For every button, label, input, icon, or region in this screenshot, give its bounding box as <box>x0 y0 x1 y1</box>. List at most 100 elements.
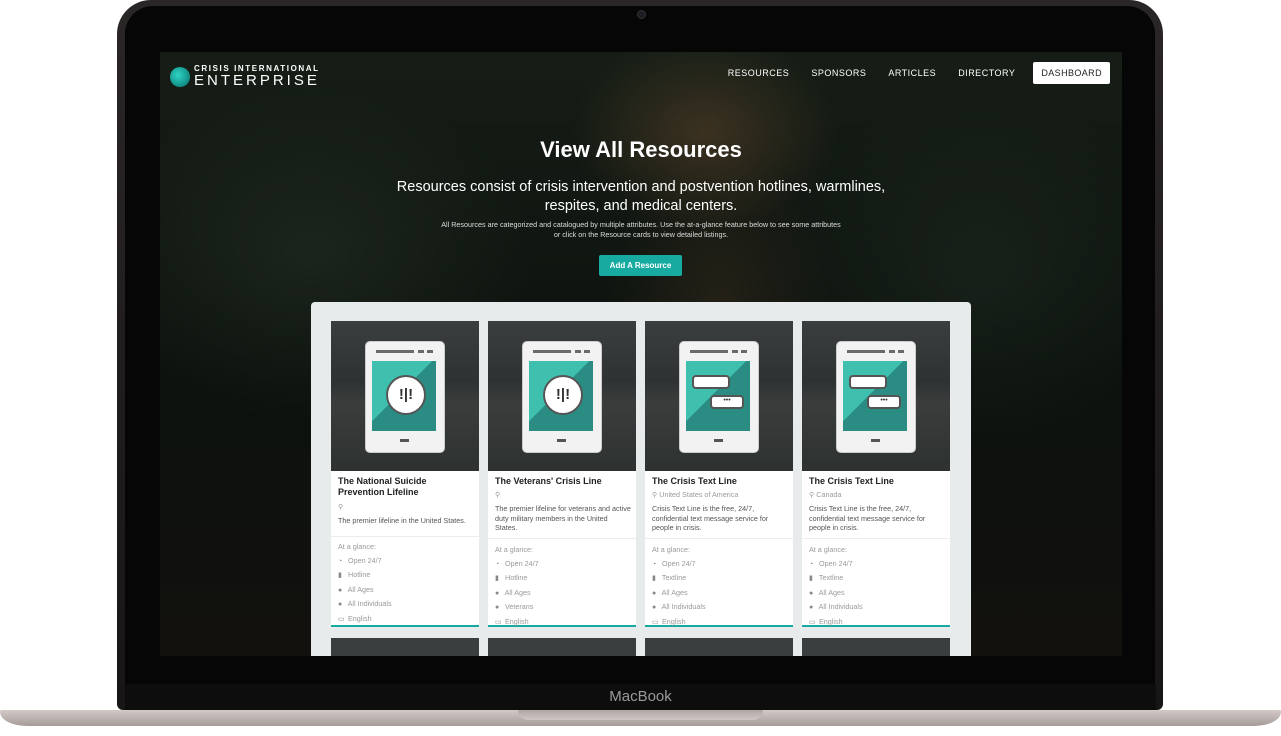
phone-type-icon: ▮ <box>809 575 813 582</box>
phone-bar <box>533 350 571 353</box>
message-bubble-icon <box>692 375 730 389</box>
card-title[interactable]: The Veterans' Crisis Line <box>495 476 631 487</box>
glance-type: ▮ Hotline <box>338 568 392 583</box>
phone-bar <box>889 350 895 353</box>
glance-hours: ◔ Open 24/7 <box>652 557 706 572</box>
nav-articles[interactable]: ARTICLES <box>888 68 936 78</box>
phone-home-button <box>871 439 880 442</box>
clock-icon: ◔ <box>338 557 343 565</box>
phone-home-button <box>557 439 566 442</box>
audience-text: All Individuals <box>818 602 863 611</box>
language-icon: ▭ <box>652 618 659 626</box>
phone-bar <box>898 350 904 353</box>
card-description: Crisis Text Line is the free, 24/7, conf… <box>652 504 769 532</box>
hours-text: Open 24/7 <box>348 555 382 565</box>
phone-bar <box>732 350 738 353</box>
clock-icon: ◔ <box>652 560 657 568</box>
card-title[interactable]: The National Suicide Prevention Lifeline <box>338 476 474 498</box>
ages-text: All Ages <box>347 584 374 594</box>
glance-audience: ● All Individuals <box>338 597 392 612</box>
browser-screen: CRISIS INTERNATIONAL ENTERPRISE RESOURCE… <box>160 52 1122 656</box>
globe-icon <box>170 66 190 87</box>
nav-directory[interactable]: DIRECTORY <box>958 68 1015 78</box>
resource-card[interactable]: ••• The Crisis Text Line ⚲ Canada Crisis… <box>802 321 950 627</box>
map-pin-icon: ⚲ <box>652 490 658 499</box>
glance-list: At a glance: ◔ Open 24/7 ▮ Textline ● Al… <box>809 543 863 629</box>
resource-card-next-row[interactable] <box>488 638 636 656</box>
map-pin-icon: ⚲ <box>495 490 501 499</box>
card-location: ⚲ United States of America <box>652 490 788 499</box>
glance-language: ▭ English <box>495 615 539 630</box>
card-divider <box>488 538 636 539</box>
glance-list: At a glance: ◔ Open 24/7 ▮ Textline ● Al… <box>652 543 706 629</box>
device-label: MacBook <box>609 688 672 705</box>
map-pin-icon: ⚲ <box>809 490 815 499</box>
language-icon: ▭ <box>809 618 816 626</box>
glance-label: At a glance: <box>495 545 533 554</box>
glance-type: ▮ Hotline <box>495 571 539 586</box>
resource-card[interactable]: !|! The Veterans' Crisis Line ⚲ The prem… <box>488 321 636 627</box>
phone-bar <box>690 350 728 353</box>
logo-bottom-text: ENTERPRISE <box>194 72 320 89</box>
glance-hours: ◔ Open 24/7 <box>495 557 539 572</box>
users-icon: ● <box>338 601 343 608</box>
glance-audience: ● All Individuals <box>809 600 863 615</box>
glance-list: At a glance: ◔ Open 24/7 ▮ Hotline ● All… <box>338 540 392 626</box>
type-text: Hotline <box>505 573 528 582</box>
page-subtitle: Resources consist of crisis intervention… <box>396 179 886 214</box>
type-text: Textline <box>818 573 844 582</box>
phone-bar <box>376 350 414 353</box>
site-logo[interactable]: CRISIS INTERNATIONAL ENTERPRISE <box>170 64 320 89</box>
resource-card-next-row[interactable] <box>802 638 950 656</box>
phone-bar <box>847 350 885 353</box>
resource-card[interactable]: !|! The National Suicide Prevention Life… <box>331 321 479 627</box>
add-resource-button[interactable]: Add A Resource <box>599 255 682 276</box>
card-divider <box>331 536 479 537</box>
card-description: Crisis Text Line is the free, 24/7, conf… <box>809 504 926 532</box>
phone-type-icon: ▮ <box>652 575 656 582</box>
glance-ages: ● All Ages <box>809 586 863 601</box>
resource-card-next-row[interactable] <box>645 638 793 656</box>
phone-home-button <box>714 439 723 442</box>
card-image: ••• <box>645 321 793 471</box>
card-image: !|! <box>331 321 479 471</box>
glance-label: At a glance: <box>809 545 847 554</box>
resource-card-next-row[interactable] <box>331 638 479 656</box>
page-description: All Resources are categorized and catalo… <box>441 220 841 239</box>
phone-screen: !|! <box>372 361 436 431</box>
type-text: Hotline <box>348 570 371 579</box>
nav-sponsors[interactable]: SPONSORS <box>811 68 866 78</box>
page-title: View All Resources <box>540 137 742 162</box>
card-title[interactable]: The Crisis Text Line <box>652 476 788 487</box>
phone-screen: !|! <box>529 361 593 431</box>
card-location-text: United States of America <box>659 490 739 499</box>
dashboard-button[interactable]: DASHBOARD <box>1033 62 1110 84</box>
resource-card[interactable]: ••• The Crisis Text Line ⚲ United States… <box>645 321 793 627</box>
typing-bubble-icon: ••• <box>710 395 744 409</box>
phone-screen: ••• <box>843 361 907 431</box>
glance-list: At a glance: ◔ Open 24/7 ▮ Hotline ● All… <box>495 543 539 629</box>
ages-text: All Ages <box>818 587 845 597</box>
camera-icon <box>637 10 646 19</box>
glance-audience: ● All Individuals <box>652 600 706 615</box>
nav-resources[interactable]: RESOURCES <box>728 68 790 78</box>
typing-bubble-icon: ••• <box>867 395 901 409</box>
phone-icon: ••• <box>679 341 759 453</box>
card-location: ⚲ <box>495 490 631 499</box>
card-title[interactable]: The Crisis Text Line <box>809 476 945 487</box>
glance-ages: ● All Ages <box>652 586 706 601</box>
language-text: English <box>819 616 843 626</box>
glance-language: ▭ English <box>652 615 706 630</box>
card-image: ••• <box>802 321 950 471</box>
top-nav: RESOURCES SPONSORS ARTICLES DIRECTORY DA… <box>706 62 1110 84</box>
user-icon: ● <box>652 589 657 597</box>
logo-text: CRISIS INTERNATIONAL ENTERPRISE <box>194 64 320 89</box>
user-icon: ● <box>809 589 814 597</box>
glance-language: ▭ English <box>338 612 392 627</box>
users-icon: ● <box>809 604 814 611</box>
card-description: The premier lifeline for veterans and ac… <box>495 504 631 532</box>
phone-home-button <box>400 439 409 442</box>
glance-ages: ● All Ages <box>338 583 392 598</box>
language-text: English <box>505 616 529 626</box>
user-icon: ● <box>495 589 500 597</box>
